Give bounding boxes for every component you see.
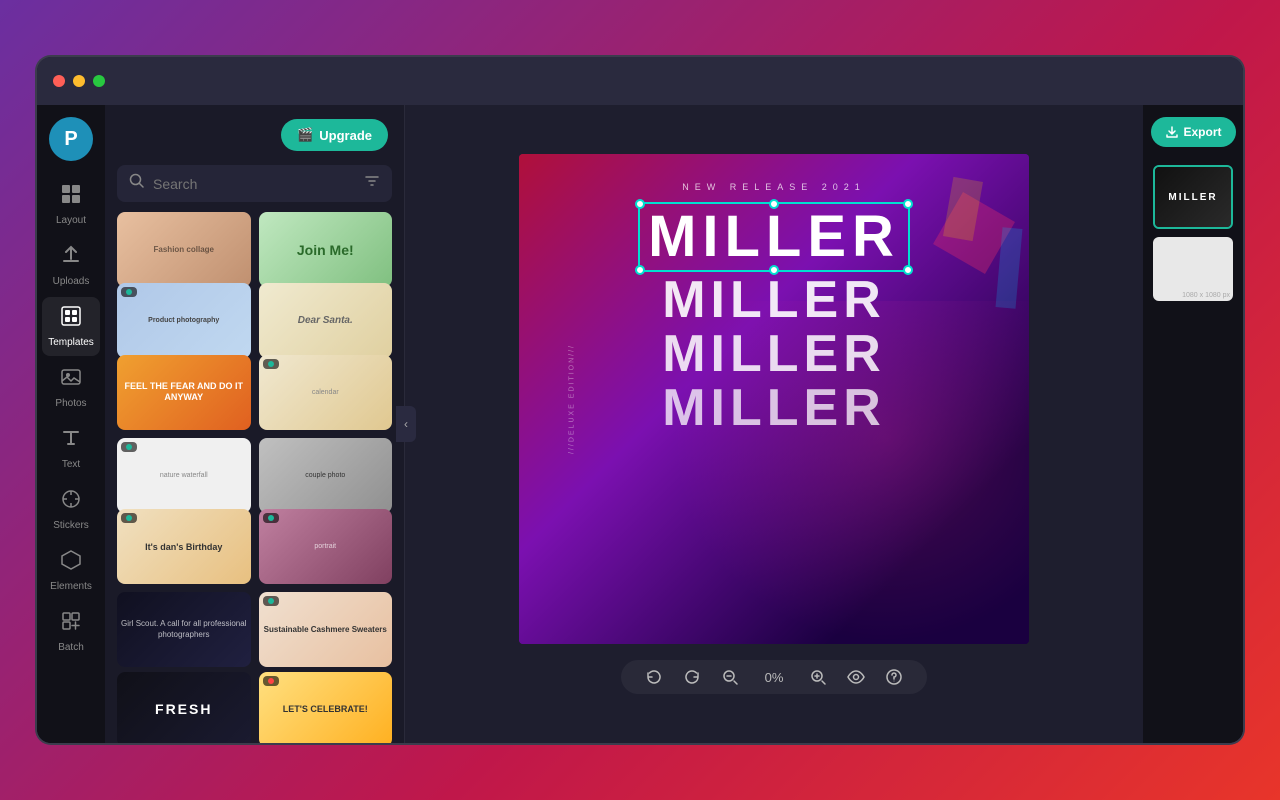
canvas-miller-3: MILLER [662,328,886,380]
browser-window: P Layout [35,55,1245,745]
panel-collapse-button[interactable]: ‹ [396,406,416,442]
sidebar-item-batch-label: Batch [58,642,84,653]
search-icon [129,173,145,194]
zoom-value: 0% [759,670,789,685]
sidebar-item-uploads-label: Uploads [53,276,90,287]
sidebar-item-elements[interactable]: Elements [42,541,100,600]
sidebar-item-layout[interactable]: Layout [42,175,100,234]
template-card[interactable]: nature waterfall [117,438,251,513]
template-card[interactable]: couple photo [259,438,393,513]
photos-icon [60,366,82,394]
template-card[interactable]: Join Me! [259,212,393,287]
sidebar-item-stickers[interactable]: Stickers [42,480,100,539]
sidebar-item-templates-label: Templates [48,337,94,348]
template-card[interactable]: Fashion collage [117,212,251,287]
video-badge [263,513,279,523]
canvas-image[interactable]: NEW RELEASE 2021 MILLER [519,154,1029,644]
export-label: Export [1184,125,1222,139]
video-badge [263,676,279,686]
upgrade-label: Upgrade [319,128,372,143]
right-thumb-1[interactable]: MILLER [1153,165,1233,229]
canvas-miller-1: MILLER [648,208,900,266]
right-panel: Export MILLER 1080 x 1080 px [1143,105,1243,743]
canvas-side-text: ///DELUXE EDITION/// [569,344,576,454]
filter-icon[interactable] [364,173,380,194]
video-badge [263,596,279,606]
help-button[interactable] [885,668,903,686]
template-card[interactable]: Girl Scout. A call for all professional … [117,592,251,667]
template-card[interactable]: portrait [259,509,393,584]
elements-icon [60,549,82,577]
logo-letter: P [64,128,77,151]
template-card[interactable]: FEEL THE FEAR AND DO IT ANYWAY [117,355,251,430]
templates-header: 🎬 Upgrade [105,105,404,165]
export-button[interactable]: Export [1151,117,1236,147]
template-card[interactable]: Product photography [117,283,251,358]
text-icon [60,427,82,455]
redo-button[interactable] [683,668,701,686]
upgrade-icon: 🎬 [297,127,313,143]
right-thumb-2[interactable]: 1080 x 1080 px [1153,237,1233,301]
sidebar-item-elements-label: Elements [50,581,92,592]
stickers-icon [60,488,82,516]
canvas-top-text: NEW RELEASE 2021 [682,182,866,192]
sidebar-item-photos[interactable]: Photos [42,358,100,417]
sidebar-item-text-label: Text [62,459,80,470]
template-card[interactable]: calendar [259,355,393,430]
templates-grid: Fashion collage Join Me! Product photogr… [105,212,404,743]
browser-dot-yellow[interactable] [73,75,85,87]
video-badge [121,513,137,523]
canvas-area: NEW RELEASE 2021 MILLER [405,105,1143,743]
canvas-miller-4: MILLER [662,382,886,434]
sidebar-item-text[interactable]: Text [42,419,100,478]
templates-panel: 🎬 Upgrade [105,105,405,743]
video-badge [121,442,137,452]
thumb1-text: MILLER [1168,192,1217,203]
browser-dot-green[interactable] [93,75,105,87]
video-badge [121,287,137,297]
template-card[interactable]: LET'S CELEBRATE! [259,672,393,743]
sidebar-item-layout-label: Layout [56,215,86,226]
sidebar-item-photos-label: Photos [55,398,86,409]
canvas-content: NEW RELEASE 2021 MILLER [519,154,1029,644]
undo-button[interactable] [645,668,663,686]
logo-button[interactable]: P [49,117,93,161]
sidebar-item-batch[interactable]: Batch [42,602,100,661]
template-card[interactable]: Sustainable Cashmere Sweaters [259,592,393,667]
app-area: P Layout [37,105,1243,743]
video-badge [263,359,279,369]
zoom-out-button[interactable] [721,668,739,686]
search-bar [117,165,392,202]
canvas-size-label: 1080 x 1080 px [1182,292,1230,299]
sidebar-item-uploads[interactable]: Uploads [42,236,100,295]
template-card[interactable]: Dear Santa. [259,283,393,358]
uploads-icon [60,244,82,272]
layout-icon [60,183,82,211]
templates-icon [60,305,82,333]
template-card[interactable]: FRESH [117,672,251,743]
template-card[interactable]: It's dan's Birthday [117,509,251,584]
browser-titlebar [37,57,1243,105]
batch-icon [60,610,82,638]
sidebar-item-templates[interactable]: Templates [42,297,100,356]
sidebar-item-stickers-label: Stickers [53,520,89,531]
canvas-toolbar: 0% [621,660,927,694]
canvas-miller-2: MILLER [662,274,886,326]
preview-button[interactable] [847,668,865,686]
search-input[interactable] [153,176,356,192]
icon-sidebar: P Layout [37,105,105,743]
zoom-in-button[interactable] [809,668,827,686]
browser-dot-red[interactable] [53,75,65,87]
upgrade-button[interactable]: 🎬 Upgrade [281,119,388,151]
canvas-wrapper: NEW RELEASE 2021 MILLER [519,154,1029,644]
